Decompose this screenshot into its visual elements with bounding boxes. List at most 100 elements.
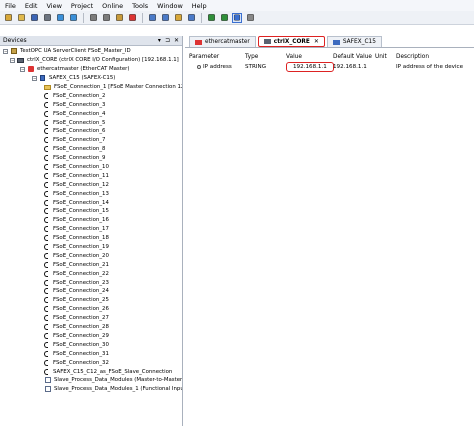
tree-item[interactable]: FSoE_Connection_12	[0, 180, 182, 189]
column-header[interactable]: Parameter	[185, 54, 243, 60]
tree-item-label: FSoE_Connection_8	[53, 146, 106, 153]
tree-item[interactable]: FSoE_Connection_21	[0, 260, 182, 269]
tree-item[interactable]: FSoE_Connection_20	[0, 251, 182, 260]
open-project-icon[interactable]	[16, 13, 26, 23]
tree-item[interactable]: − SAFEX_C15 (SAFEX-C15)	[0, 74, 182, 83]
menu-window[interactable]: Window	[157, 2, 183, 10]
tree-item[interactable]: − ctrlX_CORE (ctrlX CORE I/O Configuratio…	[0, 56, 182, 65]
replace-icon[interactable]	[160, 13, 170, 23]
table-row[interactable]: IP address STRING 192.168.1.1 192.168.1.1 IP…	[185, 61, 474, 73]
tree-item[interactable]: − TestOPC UA ServerClient FSoE_Master_ID	[0, 47, 182, 56]
print-icon[interactable]	[42, 13, 52, 23]
tree-item[interactable]: FSoE_Connection_30	[0, 340, 182, 349]
expand-toggle-icon[interactable]: −	[3, 48, 8, 54]
tab-safex_c15[interactable]: SAFEX_C15	[326, 36, 382, 47]
tree-item-label: FSoE_Connection_28	[53, 324, 109, 331]
tree-item[interactable]: FSoE_Connection_16	[0, 216, 182, 225]
tree-item[interactable]: FSoE_Connection_4	[0, 109, 182, 118]
tree-item[interactable]: FSoE_Connection_1 [FSoE Master Connectio…	[0, 83, 182, 92]
tree-item[interactable]: FSoE_Connection_8	[0, 145, 182, 154]
tree-item[interactable]: FSoE_Connection_5	[0, 118, 182, 127]
panel-menu-icon[interactable]: ▾	[158, 37, 161, 44]
next-icon[interactable]	[219, 13, 229, 23]
tree-item[interactable]: FSoE_Connection_27	[0, 314, 182, 323]
tree-item[interactable]: FSoE_Connection_28	[0, 323, 182, 332]
menu-online[interactable]: Online	[102, 2, 123, 10]
tree-item[interactable]: FSoE_Connection_31	[0, 349, 182, 358]
tree-item[interactable]: SAFEX_C15_C12_as_FSoE_Slave_Connection	[0, 367, 182, 376]
tree-item[interactable]: − ethercatmaster (EtherCAT Master)	[0, 65, 182, 74]
tree-item[interactable]: FSoE_Connection_14	[0, 198, 182, 207]
tree-item[interactable]: FSoE_Connection_29	[0, 332, 182, 341]
menu-file[interactable]: File	[5, 2, 16, 10]
tree-item[interactable]: Slave_Process_Data_Modules_1 (Functional…	[0, 385, 182, 394]
build-icon[interactable]	[245, 13, 255, 23]
tab-ethercatmaster[interactable]: ethercatmaster	[189, 36, 256, 47]
find-icon[interactable]	[147, 13, 157, 23]
cut-icon[interactable]	[88, 13, 98, 23]
bookmark-icon[interactable]	[173, 13, 183, 23]
tree-item[interactable]: FSoE_Connection_9	[0, 154, 182, 163]
value-cell[interactable]: 192.168.1.1	[284, 62, 334, 72]
tree-item[interactable]: FSoE_Connection_26	[0, 305, 182, 314]
tab-ctrlx_core[interactable]: ctrlX_CORE ✕	[257, 36, 325, 47]
tree-item-label: FSoE_Connection_4	[53, 110, 106, 117]
connection-icon	[44, 359, 48, 366]
debug-icon[interactable]	[232, 12, 242, 23]
tree-item[interactable]: FSoE_Connection_25	[0, 296, 182, 305]
tab-device-icon	[263, 39, 271, 44]
tree-item[interactable]: FSoE_Connection_2	[0, 91, 182, 100]
prev-icon[interactable]	[206, 13, 216, 23]
tree-item[interactable]: FSoE_Connection_23	[0, 278, 182, 287]
tree-item[interactable]: FSoE_Connection_17	[0, 225, 182, 234]
tree-item[interactable]: FSoE_Connection_15	[0, 207, 182, 216]
tree-item-label: FSoE_Connection_1 [FSoE Master Connectio…	[54, 84, 182, 90]
column-header[interactable]: Value	[284, 54, 333, 60]
tree-item[interactable]: FSoE_Connection_32	[0, 358, 182, 367]
tree-item[interactable]: FSoE_Connection_6	[0, 127, 182, 136]
column-header[interactable]: Description	[394, 54, 474, 60]
expand-toggle-icon[interactable]: −	[20, 66, 25, 72]
tree-item[interactable]: FSoE_Connection_3	[0, 100, 182, 109]
expand-toggle-icon[interactable]: −	[32, 75, 37, 81]
close-icon[interactable]: ✕	[314, 38, 319, 45]
tree-item[interactable]: FSoE_Connection_10	[0, 163, 182, 172]
menu-tools[interactable]: Tools	[132, 2, 148, 10]
undo-icon[interactable]	[55, 13, 65, 23]
new-project-icon[interactable]	[3, 13, 13, 23]
doc-icon	[44, 386, 51, 393]
ip-address-value[interactable]: 192.168.1.1	[286, 62, 334, 72]
delete-icon[interactable]	[127, 13, 137, 23]
panel-close-icon[interactable]: ✕	[174, 37, 179, 44]
tree-item[interactable]: FSoE_Connection_22	[0, 269, 182, 278]
connection-icon	[44, 110, 48, 117]
paste-icon[interactable]	[114, 13, 124, 23]
goto-icon[interactable]	[186, 13, 196, 23]
menu-help[interactable]: Help	[192, 2, 207, 10]
tree-item-label: FSoE_Connection_18	[53, 235, 109, 242]
menu-edit[interactable]: Edit	[25, 2, 38, 10]
column-header[interactable]: Type	[243, 54, 284, 60]
menu-project[interactable]: Project	[71, 2, 93, 10]
connection-icon	[44, 279, 48, 286]
panel-pin-icon[interactable]: ⊐	[165, 37, 170, 44]
tree-item[interactable]: FSoE_Connection_19	[0, 243, 182, 252]
connection-icon	[44, 164, 48, 171]
tree-item[interactable]: FSoE_Connection_18	[0, 234, 182, 243]
tree-item[interactable]: FSoE_Connection_13	[0, 189, 182, 198]
column-header[interactable]: Unit	[373, 54, 394, 60]
expand-toggle-icon[interactable]: −	[10, 57, 15, 63]
toolbar-separator	[201, 12, 202, 23]
tree-item[interactable]: Slave_Process_Data_Modules (Master-to-Ma…	[0, 376, 182, 385]
column-header[interactable]: Default Value	[333, 54, 373, 60]
tree-item[interactable]: FSoE_Connection_24	[0, 287, 182, 296]
tree-item[interactable]: FSoE_Connection_7	[0, 136, 182, 145]
menu-view[interactable]: View	[46, 2, 61, 10]
tab-device-icon	[195, 39, 202, 45]
redo-icon[interactable]	[68, 13, 78, 23]
tree-item[interactable]: FSoE_Connection_11	[0, 171, 182, 180]
tree-item-label: FSoE_Connection_25	[53, 297, 109, 304]
save-icon[interactable]	[29, 13, 39, 23]
copy-icon[interactable]	[101, 13, 111, 23]
tree-item-label: FSoE_Connection_10	[53, 164, 109, 171]
